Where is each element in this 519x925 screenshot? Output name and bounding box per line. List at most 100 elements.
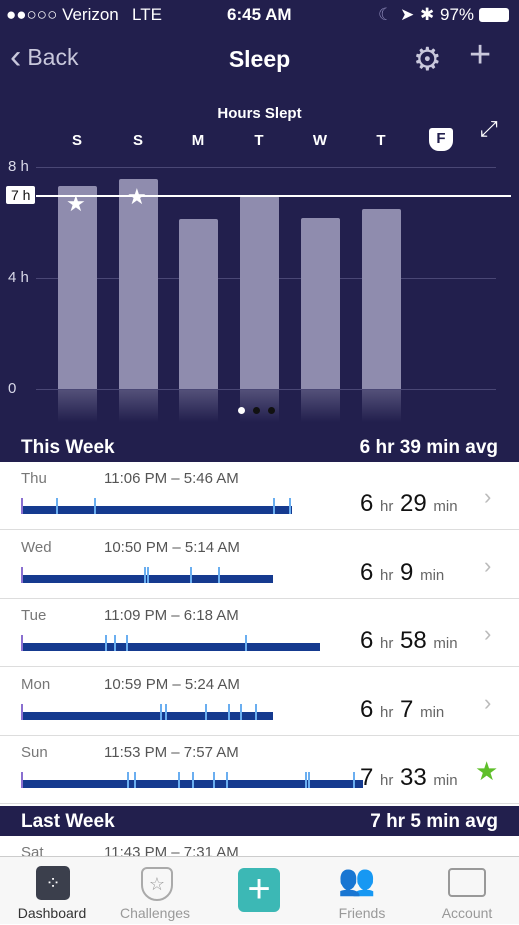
sleep-entry[interactable]: Thu 11:06 PM – 5:46 AM 6 hr 29 min › [0, 462, 519, 530]
sleep-entry[interactable]: Mon 10:59 PM – 5:24 AM 6 hr 7 min › [0, 668, 519, 736]
entry-day: Wed [21, 538, 52, 556]
day-label[interactable]: T [244, 132, 274, 149]
battery-icon [479, 8, 509, 22]
awake-marker [245, 635, 247, 651]
tab-friends[interactable]: 👥 Friends [312, 857, 412, 925]
sleep-timeline-bar [21, 566, 273, 583]
bar-reflection [362, 390, 401, 422]
entry-duration: 6 hr 9 min [360, 558, 445, 586]
sleep-header: ●●○○○ Verizon LTE 6:45 AM ☾ ➤ ✱ 97% ‹ Ba… [0, 0, 519, 432]
day-label[interactable]: S [123, 132, 153, 149]
back-button[interactable]: ‹ Back [10, 40, 78, 74]
sleep-entry[interactable]: Tue 11:09 PM – 6:18 AM 6 hr 58 min › [0, 599, 519, 667]
tab-label: Challenges [119, 905, 191, 921]
entry-time: 11:43 PM – 7:31 AM [104, 844, 239, 856]
add-log-button[interactable]: + [238, 868, 280, 912]
entry-time: 10:50 PM – 5:14 AM [104, 538, 240, 556]
this-week-header: This Week 6 hr 39 min avg [0, 432, 519, 462]
entry-day: Sat [21, 844, 44, 856]
sleep-entry-partial[interactable]: Sat 11:43 PM – 7:31 AM [0, 836, 519, 856]
awake-marker [178, 772, 180, 788]
y-tick-label: 4 h [8, 269, 29, 286]
entry-time: 10:59 PM – 5:24 AM [104, 675, 240, 693]
tab-dashboard[interactable]: ⁘ Dashboard [2, 857, 102, 925]
sleep-timeline-bar [21, 498, 292, 514]
gear-icon[interactable]: ⚙ [413, 40, 442, 78]
awake-marker [165, 703, 167, 720]
day-label[interactable]: M [183, 132, 213, 149]
location-icon: ➤ [400, 5, 415, 24]
section-average: 6 hr 39 min avg [359, 437, 498, 458]
carrier: ●●○○○ Verizon [6, 5, 119, 24]
expand-icon[interactable]: ⤢ [480, 116, 498, 142]
tab-challenges[interactable]: ☆ Challenges [105, 857, 205, 925]
last-week-header: Last Week 7 hr 5 min avg [0, 806, 519, 836]
chart-title: Hours Slept [217, 105, 302, 122]
awake-marker [308, 772, 310, 788]
day-label[interactable]: W [305, 132, 335, 149]
battery-percent: 97% [440, 5, 475, 24]
y-tick-label: 0 [8, 380, 17, 397]
bar-reflection [179, 390, 218, 422]
friends-icon: 👥 [338, 864, 376, 897]
awake-marker [289, 498, 291, 514]
awake-marker [147, 566, 149, 583]
bar[interactable] [240, 195, 279, 389]
bar[interactable] [362, 209, 401, 389]
entry-duration: 6 hr 7 min [360, 695, 445, 723]
clock: 6:45 AM [227, 5, 292, 24]
entry-time: 11:09 PM – 6:18 AM [104, 607, 239, 624]
bar-reflection [119, 390, 158, 422]
chevron-right-icon: › [484, 621, 492, 646]
tab-label: Account [441, 905, 493, 921]
awake-marker [190, 566, 192, 583]
awake-marker [240, 703, 242, 720]
awake-marker [213, 772, 215, 788]
goal-star-icon: ★ [475, 756, 499, 786]
add-icon[interactable]: + [469, 34, 491, 77]
tab-bar: ⁘ Dashboard ☆ Challenges + 👥 Friends Acc… [0, 856, 519, 924]
gridline [36, 167, 496, 168]
bar[interactable] [179, 219, 218, 389]
entry-day: Sun [21, 744, 48, 761]
star-icon: ★ [127, 184, 147, 210]
day-label[interactable]: S [62, 132, 92, 149]
awake-marker [255, 703, 257, 720]
entry-time: 11:53 PM – 7:57 AM [104, 744, 239, 761]
goal-line [36, 195, 511, 197]
chevron-left-icon: ‹ [10, 38, 22, 76]
bar-reflection [240, 390, 279, 422]
tab-account[interactable]: Account [417, 857, 517, 925]
entry-duration: 6 hr 29 min [360, 490, 458, 517]
bar[interactable] [301, 218, 340, 389]
back-label: Back [27, 43, 79, 70]
challenges-shield-icon: ☆ [141, 867, 173, 901]
goal-label: 7 h [6, 186, 36, 204]
chevron-right-icon: › [484, 552, 492, 578]
entry-day: Mon [21, 675, 51, 693]
tab-label: Dashboard [17, 905, 87, 921]
awake-marker [56, 498, 58, 514]
awake-marker [205, 703, 207, 720]
awake-marker [105, 635, 107, 651]
entry-day: Tue [21, 607, 47, 624]
day-label[interactable]: T [366, 132, 396, 149]
awake-marker [228, 703, 230, 720]
awake-marker [273, 498, 275, 514]
section-title: Last Week [21, 811, 115, 832]
awake-marker [192, 772, 194, 788]
awake-marker [114, 635, 116, 651]
bar-reflection [58, 390, 97, 422]
awake-marker [94, 498, 96, 514]
page-dots[interactable] [238, 407, 275, 414]
awake-marker [218, 566, 220, 583]
bar[interactable] [119, 179, 158, 389]
day-label[interactable]: F [429, 128, 453, 151]
chevron-right-icon: › [484, 484, 492, 509]
awake-marker [127, 772, 129, 788]
entry-time: 11:06 PM – 5:46 AM [104, 470, 239, 487]
network: LTE [132, 5, 162, 24]
sleep-entry[interactable]: Sun 11:53 PM – 7:57 AM 7 hr 33 min ★ [0, 736, 519, 804]
dashboard-icon: ⁘ [36, 866, 70, 900]
sleep-entry[interactable]: Wed 10:50 PM – 5:14 AM 6 hr 9 min › [0, 531, 519, 599]
